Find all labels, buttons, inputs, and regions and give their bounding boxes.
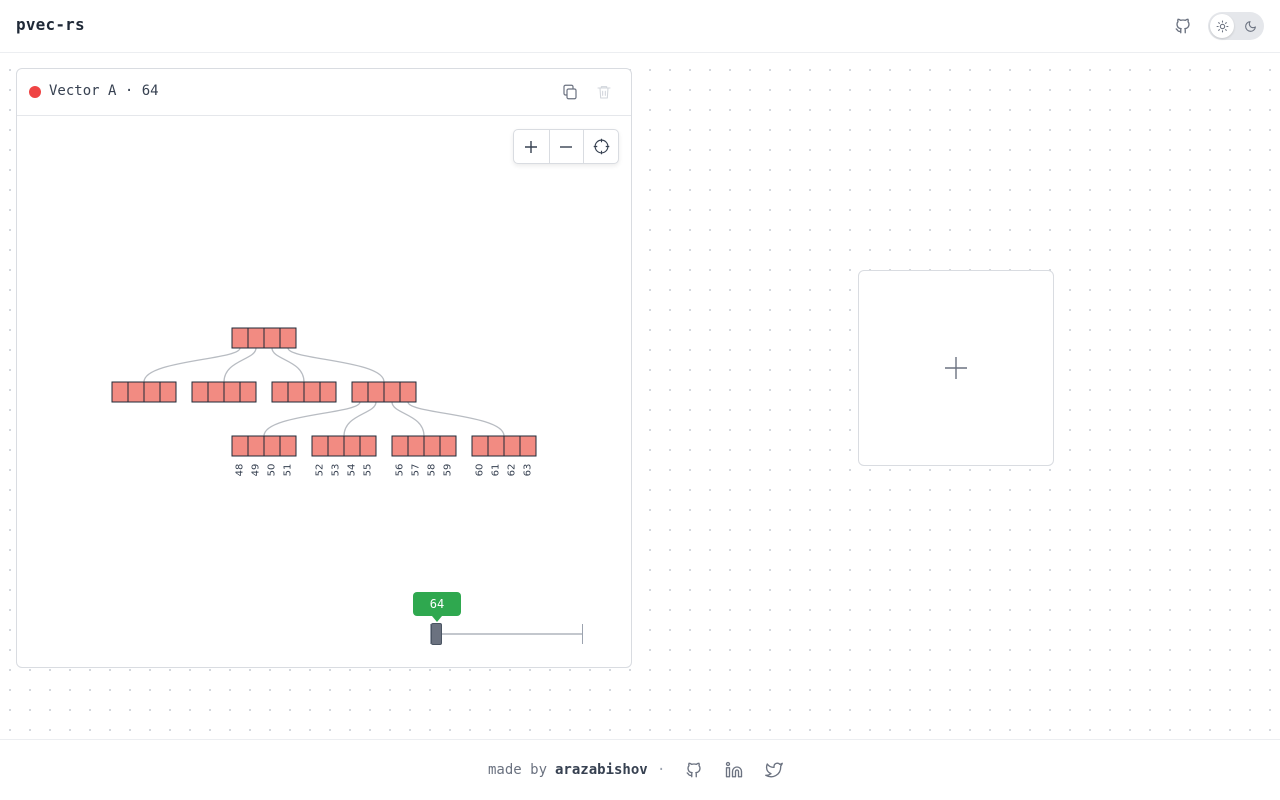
leaf-node: [391, 435, 457, 457]
vector-cell: [247, 327, 265, 349]
vector-cell: [287, 381, 305, 403]
vector-tree: 48 49 50 51 52 53 54 55 56 57 58 59 60 61 62 63: [111, 327, 537, 477]
vector-cell: [231, 435, 249, 457]
vector-cell: [471, 435, 489, 457]
leaf-index-label: 57: [411, 464, 422, 477]
tree-edge: [263, 401, 361, 437]
root-node: [231, 327, 297, 349]
footer-separator: ·: [657, 762, 666, 778]
vector-cell: [159, 381, 177, 403]
theme-toggle[interactable]: [1208, 12, 1264, 40]
leaf-index-label: 55: [363, 464, 374, 477]
vector-cell: [263, 435, 281, 457]
leaf-index-label: 54: [347, 464, 358, 477]
vector-cell: [239, 381, 257, 403]
leaf-index-label: 48: [235, 464, 246, 477]
vector-cell: [343, 435, 361, 457]
leaf-index-label: 58: [427, 464, 438, 477]
tree-edge: [391, 401, 425, 437]
github-icon[interactable]: [1172, 15, 1194, 37]
vector-cell: [487, 435, 505, 457]
vector-cell: [303, 381, 321, 403]
vector-cell: [519, 435, 537, 457]
leaf-index-label: 60: [475, 464, 486, 477]
tree-edge: [407, 401, 505, 437]
vector-cell: [111, 381, 129, 403]
linkedin-icon[interactable]: [724, 760, 744, 780]
tree-edge: [223, 347, 257, 383]
tree-edge: [271, 347, 305, 383]
vector-cell: [247, 435, 265, 457]
tree-nodes: [111, 327, 537, 457]
vector-cell: [503, 435, 521, 457]
leaf-index-label: 53: [331, 464, 342, 477]
leaf-index-label: 49: [251, 464, 262, 477]
vector-cell: [207, 381, 225, 403]
vector-cell: [367, 381, 385, 403]
leaf-index-label: 59: [443, 464, 454, 477]
tree-edge: [287, 347, 385, 383]
branch-node: [191, 381, 257, 403]
sun-icon[interactable]: [1210, 14, 1234, 38]
leaf-index-label: 61: [491, 464, 502, 477]
leaf-labels: 48 49 50 51 52 53 54 55 56 57 58 59 60 61 62 63: [235, 464, 534, 477]
leaf-index-label: 52: [315, 464, 326, 477]
leaf-index-label: 62: [507, 464, 518, 477]
github-icon[interactable]: [684, 760, 704, 780]
vector-cell: [351, 381, 369, 403]
vector-cell: [271, 381, 289, 403]
vector-cell: [279, 327, 297, 349]
leaf-node: [311, 435, 377, 457]
made-by-text: made by: [488, 762, 548, 778]
author-link[interactable]: arazabishov: [555, 762, 648, 778]
vector-panel: Vector A · 64 48 49 50 51 52 53 54 55 56…: [16, 68, 632, 668]
vector-cell: [399, 381, 417, 403]
slider-end-tick: [582, 624, 583, 644]
vector-cell: [223, 381, 241, 403]
branch-node: [271, 381, 337, 403]
leaf-index-label: 63: [523, 464, 534, 477]
vector-cell: [231, 327, 249, 349]
vector-cell: [191, 381, 209, 403]
vector-cell: [127, 381, 145, 403]
slider-value-tooltip: 64: [413, 592, 461, 622]
vector-cell: [439, 435, 457, 457]
tree-edge: [143, 347, 241, 383]
vector-cell: [359, 435, 377, 457]
leaf-index-label: 51: [283, 464, 294, 477]
twitter-icon[interactable]: [764, 760, 784, 780]
add-vector-button[interactable]: [858, 270, 1054, 466]
app-title: pvec-rs: [16, 15, 85, 34]
plus-icon: [945, 357, 967, 379]
vector-cell: [143, 381, 161, 403]
vector-cell: [279, 435, 297, 457]
leaf-node: [471, 435, 537, 457]
leaf-index-label: 50: [267, 464, 278, 477]
vector-cell: [327, 435, 345, 457]
branch-node: [351, 381, 417, 403]
vector-cell: [423, 435, 441, 457]
vector-cell: [263, 327, 281, 349]
vector-cell: [311, 435, 329, 457]
vector-cell: [391, 435, 409, 457]
size-slider-track[interactable]: [433, 633, 583, 635]
size-slider-thumb[interactable]: [431, 623, 442, 645]
leaf-index-label: 56: [395, 464, 406, 477]
vector-cell: [407, 435, 425, 457]
app-header: pvec-rs: [0, 0, 1280, 53]
vector-cell: [319, 381, 337, 403]
branch-node: [111, 381, 177, 403]
moon-icon[interactable]: [1238, 14, 1262, 38]
leaf-node: [231, 435, 297, 457]
tree-edge: [343, 401, 377, 437]
vector-cell: [383, 381, 401, 403]
footer: made by arazabishov ·: [0, 739, 1280, 800]
